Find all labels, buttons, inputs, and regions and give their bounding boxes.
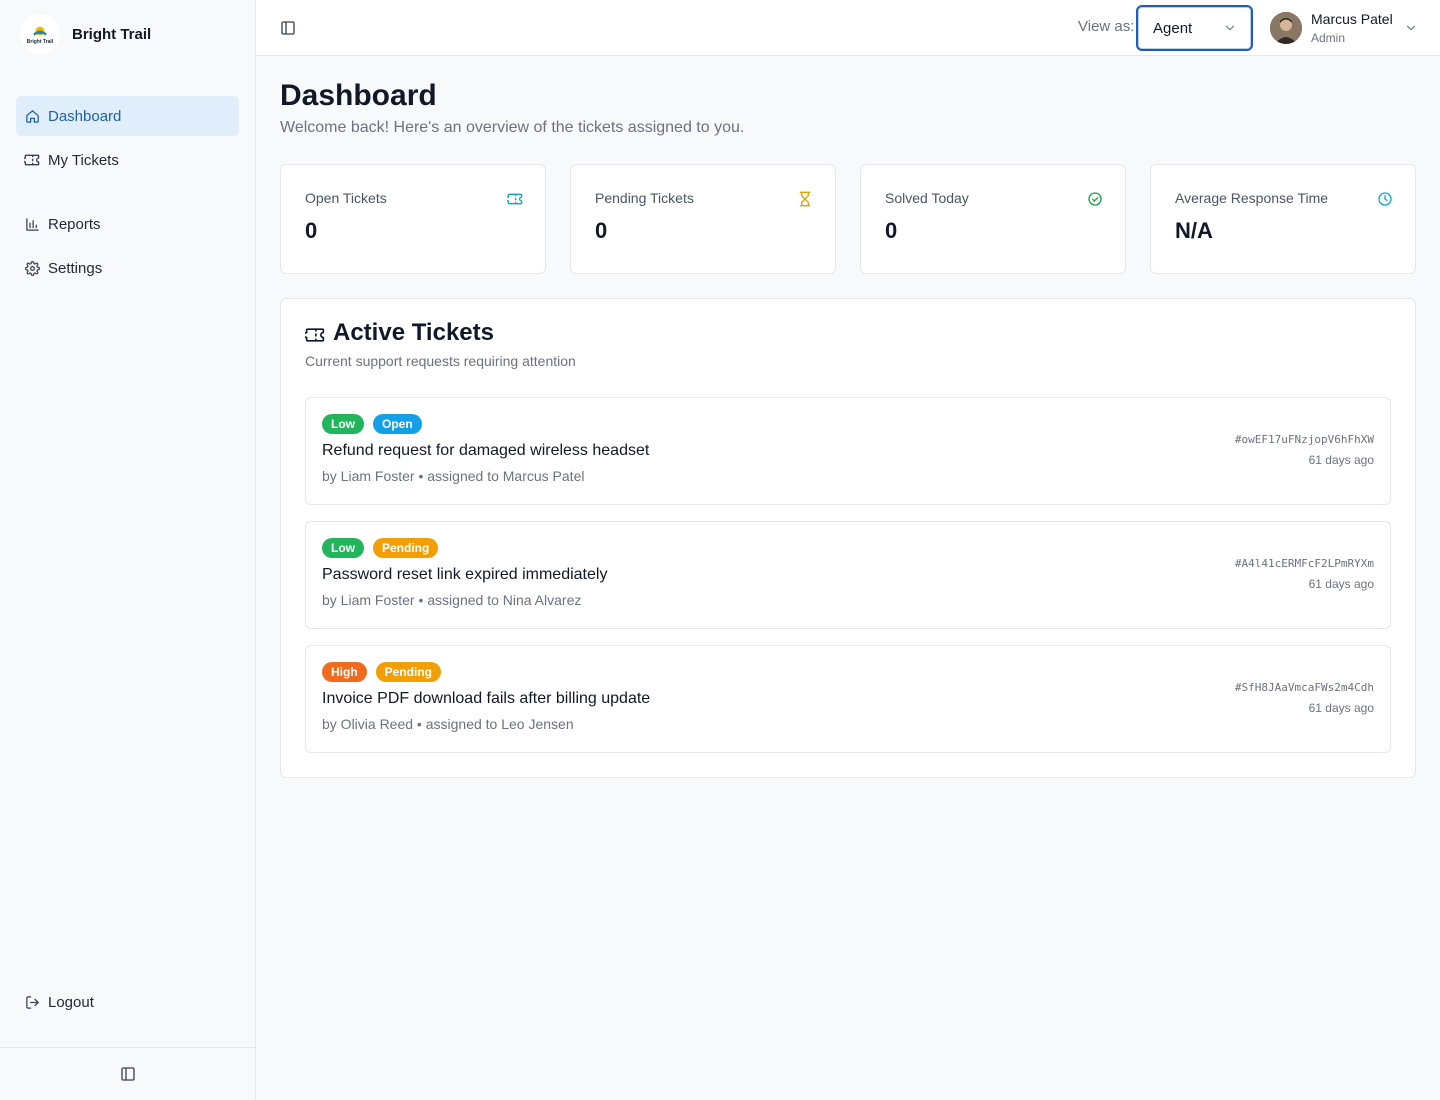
priority-badge: High [322, 662, 367, 682]
ticket-meta: by Liam Foster • assigned to Marcus Pate… [322, 468, 585, 484]
sidebar-item-label: Settings [48, 259, 103, 277]
status-badge: Open [373, 414, 422, 434]
stat-label: Solved Today [885, 190, 969, 206]
hourglass-icon [797, 191, 813, 207]
chevron-down-icon [1403, 20, 1419, 36]
active-tickets-panel: Active Tickets Current support requests … [280, 298, 1416, 778]
panel-title: Active Tickets [333, 319, 494, 346]
toggle-sidebar-button[interactable] [276, 16, 300, 40]
ticket-icon [305, 325, 325, 345]
ticket-id: #owEF17uFNzjopV6hFhXW [1234, 433, 1374, 446]
ticket-id: #SfH8JAaVmcaFWs2m4Cdh [1234, 681, 1374, 694]
top-header: View as: Agent Marcus Patel Admin [256, 0, 1440, 56]
brand-logo: Bright Trail [20, 14, 60, 54]
stat-value: 0 [595, 218, 608, 243]
logout-icon [24, 994, 40, 1010]
view-as-select[interactable]: Agent [1136, 5, 1253, 51]
ticket-meta: by Olivia Reed • assigned to Leo Jensen [322, 716, 574, 732]
ticket-age: 61 days ago [1308, 577, 1374, 591]
brand[interactable]: Bright Trail Bright Trail [20, 14, 151, 54]
ticket-meta: by Liam Foster • assigned to Nina Alvare… [322, 592, 582, 608]
sidebar-item-settings[interactable]: Settings [16, 248, 239, 288]
ticket-title: Invoice PDF download fails after billing… [322, 690, 651, 707]
ticket-icon [507, 191, 523, 207]
clock-icon [1377, 191, 1393, 207]
view-as-value: Agent [1153, 19, 1193, 37]
stat-card-solved-today: Solved Today 0 [860, 164, 1126, 274]
main-content: Dashboard Welcome back! Here's an overvi… [256, 56, 1440, 1100]
avatar [1270, 12, 1302, 44]
ticket-age: 61 days ago [1308, 701, 1374, 715]
priority-badge: Low [322, 538, 364, 558]
user-role: Admin [1311, 30, 1346, 45]
check-circle-icon [1087, 191, 1103, 207]
logo-text: Bright Trail [26, 38, 54, 45]
logout-button[interactable]: Logout [16, 982, 239, 1022]
bar-chart-icon [24, 216, 40, 232]
stat-label: Pending Tickets [595, 190, 694, 206]
stat-card-average-response-time: Average Response Time N/A [1150, 164, 1416, 274]
collapse-sidebar-button[interactable] [116, 1062, 140, 1086]
priority-badge: Low [322, 414, 364, 434]
stat-value: 0 [885, 218, 898, 243]
ticket-icon [24, 152, 40, 168]
user-name: Marcus Patel [1311, 10, 1393, 27]
stat-card-pending-tickets: Pending Tickets 0 [570, 164, 836, 274]
ticket-title: Refund request for damaged wireless head… [322, 442, 650, 459]
sidebar: Bright Trail Bright Trail Dashboard My T… [0, 0, 256, 1100]
sidebar-item-label: Dashboard [48, 107, 122, 125]
ticket-title: Password reset link expired immediately [322, 566, 608, 583]
gear-icon [24, 260, 40, 276]
sidebar-item-my-tickets[interactable]: My Tickets [16, 140, 239, 180]
ticket-id: #A4l41cERMFcF2LPmRYXm [1234, 557, 1374, 570]
home-icon [24, 108, 40, 124]
sidebar-footer [0, 1047, 255, 1100]
page-title: Dashboard [280, 79, 437, 112]
user-menu[interactable]: Marcus Patel Admin [1270, 10, 1419, 46]
stat-card-open-tickets: Open Tickets 0 [280, 164, 546, 274]
view-as-label: View as: [1078, 18, 1135, 35]
sidebar-toggle-icon [120, 1067, 135, 1081]
sidebar-item-label: My Tickets [48, 151, 119, 169]
ticket-row[interactable]: High Pending Invoice PDF download fails … [305, 645, 1391, 753]
page-subtitle: Welcome back! Here's an overview of the … [280, 119, 745, 136]
stat-label: Average Response Time [1175, 190, 1329, 206]
ticket-row[interactable]: Low Pending Password reset link expired … [305, 521, 1391, 629]
stat-value: 0 [305, 218, 318, 243]
sun-logo-icon [33, 26, 47, 36]
status-badge: Pending [373, 538, 439, 558]
ticket-age: 61 days ago [1308, 453, 1374, 467]
sidebar-item-label: Reports [48, 215, 101, 233]
status-badge: Pending [375, 662, 442, 682]
sidebar-item-dashboard[interactable]: Dashboard [16, 96, 239, 136]
logout-label: Logout [48, 993, 94, 1011]
chevron-down-icon [1225, 25, 1235, 31]
brand-name: Bright Trail [72, 25, 152, 43]
sidebar-item-reports[interactable]: Reports [16, 204, 239, 244]
stat-value: N/A [1175, 218, 1213, 243]
ticket-row[interactable]: Low Open Refund request for damaged wire… [305, 397, 1391, 505]
panel-description: Current support requests requiring atten… [305, 353, 576, 369]
sidebar-toggle-icon [281, 21, 295, 35]
stat-label: Open Tickets [305, 190, 387, 206]
